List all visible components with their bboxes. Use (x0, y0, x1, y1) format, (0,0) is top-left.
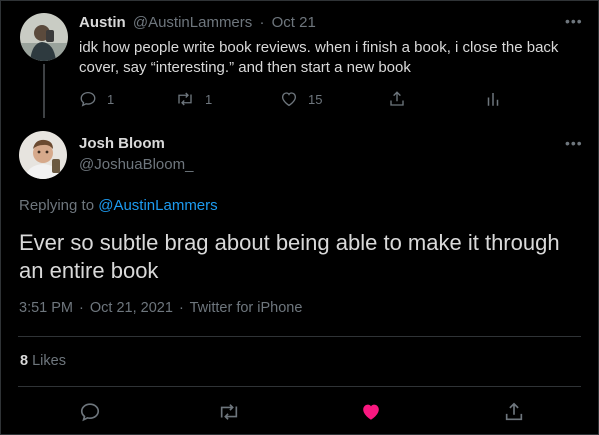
josh-avatar[interactable] (19, 131, 67, 179)
parent-like-action[interactable]: 15 (280, 90, 322, 108)
parent-share-action[interactable] (388, 90, 406, 108)
replying-to-label: Replying to (19, 197, 95, 214)
parent-date[interactable]: Oct 21 (272, 14, 316, 31)
share-button[interactable] (503, 401, 525, 423)
more-horizontal-icon[interactable]: ••• (565, 13, 583, 29)
parent-author-handle[interactable]: @AustinLammers (133, 14, 252, 31)
parent-analytics-action[interactable] (485, 90, 501, 108)
tweet-time[interactable]: 3:51 PM (19, 300, 73, 316)
tweet-date[interactable]: Oct 21, 2021 (90, 300, 173, 316)
parent-reply-action[interactable]: 1 (79, 90, 114, 108)
divider-bottom (18, 386, 581, 387)
reply-icon (80, 403, 100, 422)
likes-count: 8 (20, 353, 29, 369)
parent-reply-count: 1 (107, 91, 115, 107)
parent-retweet-action[interactable]: 1 (175, 90, 212, 108)
reply-button[interactable] (79, 401, 101, 423)
parent-separator: · (259, 14, 265, 31)
replying-to-line: Replying to @AustinLammers (19, 197, 218, 214)
austin-avatar[interactable] (20, 13, 68, 61)
reply-icon (80, 91, 96, 107)
parent-tweet-text: idk how people write book reviews. when … (79, 39, 559, 76)
parent-like-count: 15 (308, 91, 323, 107)
meta-separator-2: · (178, 300, 184, 316)
retweet-icon (220, 404, 238, 420)
likes-row[interactable]: 8 Likes (20, 353, 66, 369)
thread-line (43, 64, 45, 118)
divider-top (18, 336, 581, 337)
like-button[interactable] (360, 401, 382, 423)
retweet-icon (178, 92, 192, 106)
main-more-horizontal-icon[interactable]: ••• (565, 135, 583, 151)
parent-author-name[interactable]: Austin (79, 14, 126, 31)
share-icon (390, 91, 404, 106)
tweet-source[interactable]: Twitter for iPhone (190, 300, 303, 316)
main-author-handle[interactable]: @JoshuaBloom_ (79, 156, 193, 173)
share-icon (505, 402, 523, 421)
tweet-meta: 3:51 PM · Oct 21, 2021 · Twitter for iPh… (19, 300, 302, 316)
meta-separator-1: · (79, 300, 84, 316)
heart-icon (281, 92, 297, 107)
parent-retweet-count: 1 (205, 91, 213, 107)
main-author-name[interactable]: Josh Bloom (79, 135, 165, 152)
parent-tweet-header: Austin @AustinLammers · Oct 21 (79, 14, 316, 31)
analytics-icon (487, 93, 499, 106)
main-tweet-text: Ever so subtle brag about being able to … (19, 230, 560, 283)
likes-label: Likes (32, 353, 66, 369)
replying-to-handle[interactable]: @AustinLammers (98, 197, 217, 214)
retweet-button[interactable] (217, 401, 241, 423)
heart-filled-icon (363, 404, 379, 420)
